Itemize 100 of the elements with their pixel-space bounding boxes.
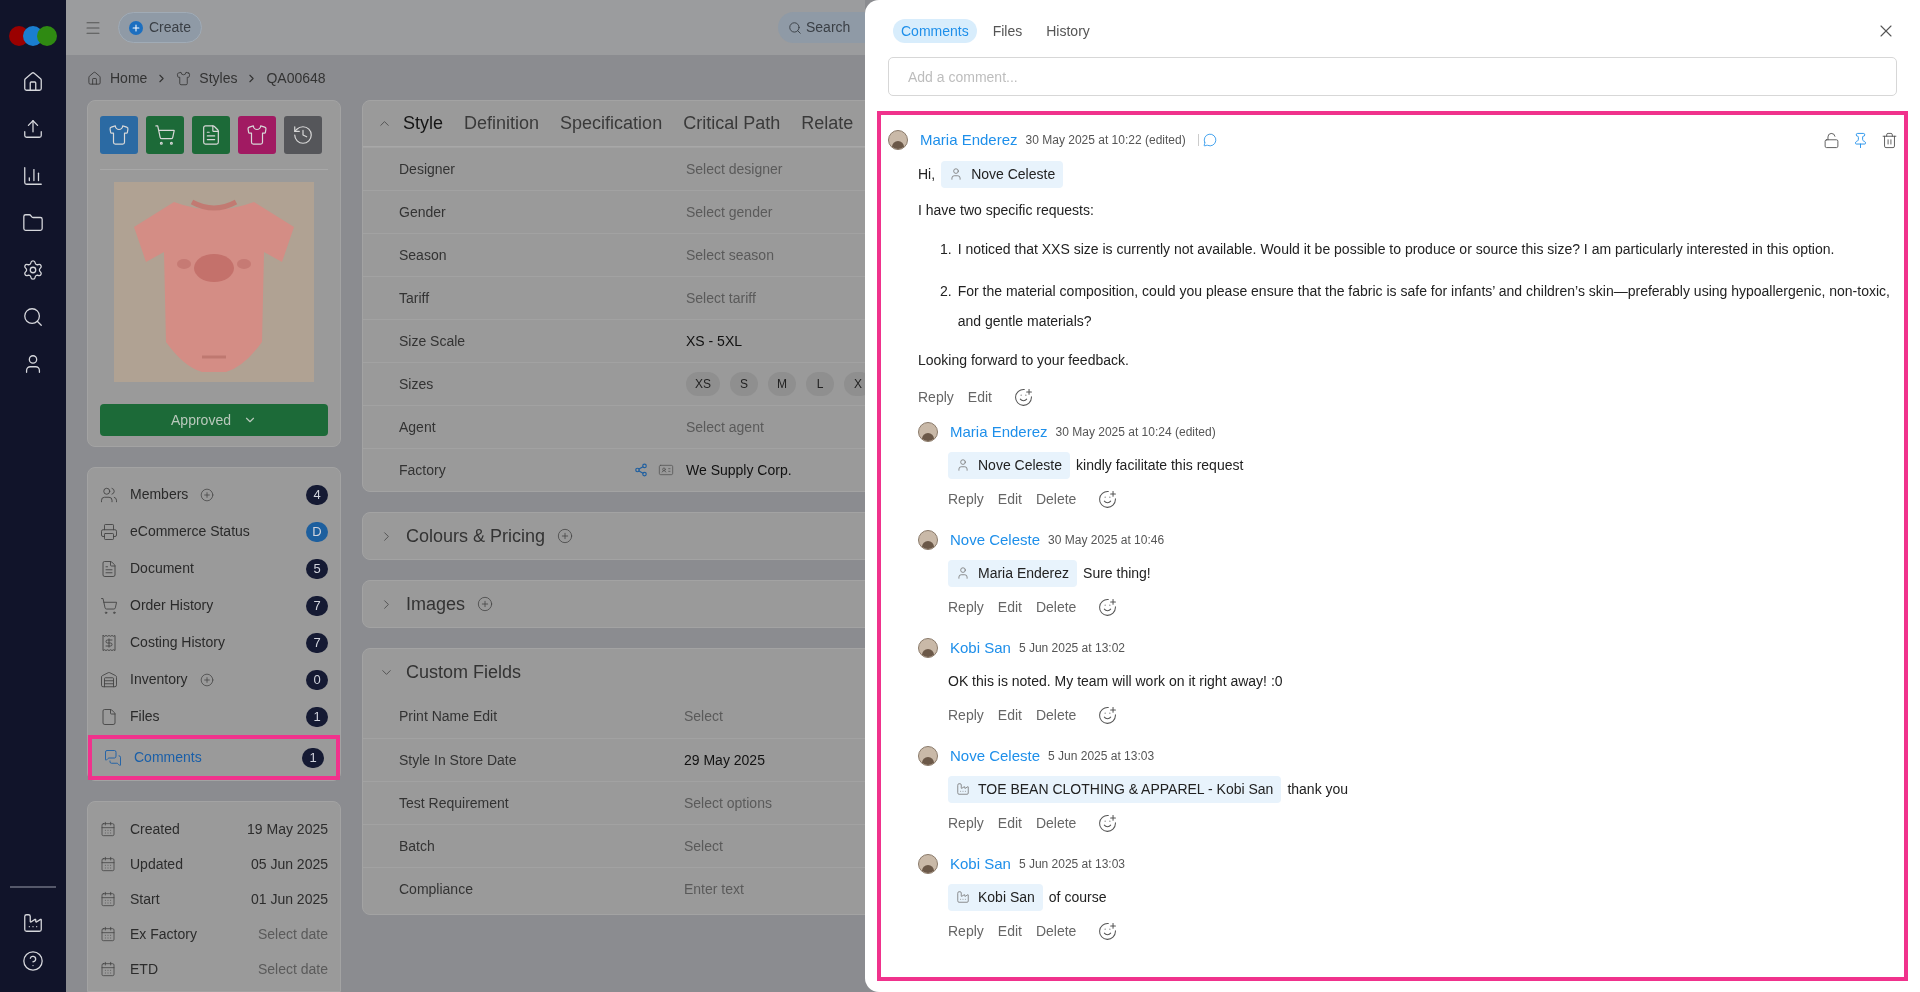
list-number: 2. — [940, 282, 952, 301]
sidebar-item[interactable]: Inventory 0 — [88, 661, 340, 698]
comment-action-link[interactable]: Edit — [997, 920, 1022, 942]
add-document-button[interactable] — [192, 116, 230, 154]
help-icon[interactable] — [22, 950, 44, 972]
size-chip: XS — [686, 372, 720, 396]
search-icon[interactable] — [22, 306, 44, 328]
field-label: Gender — [398, 202, 447, 222]
pin-icon[interactable] — [1852, 131, 1869, 149]
comment-action-link[interactable]: Edit — [997, 488, 1022, 510]
sidebar-item[interactable]: Costing History 7 — [88, 624, 340, 661]
field-value[interactable]: XS - 5XL — [686, 330, 743, 352]
breadcrumb-link[interactable]: Home — [110, 67, 148, 89]
upload-icon[interactable] — [22, 118, 44, 140]
comment-input[interactable]: Add a comment... — [888, 57, 1897, 96]
sidebar-item[interactable]: Order History 7 — [88, 587, 340, 624]
unlock-icon[interactable] — [1823, 131, 1840, 149]
shirt-remove-button[interactable] — [238, 116, 276, 154]
field-value[interactable]: We Supply Corp. — [686, 459, 792, 481]
status-button[interactable]: Approved — [100, 404, 328, 436]
section-tab[interactable]: Critical Path — [683, 110, 781, 137]
author-name[interactable]: Kobi San — [950, 636, 1011, 660]
cart-icon — [154, 124, 176, 146]
folder-icon[interactable] — [22, 212, 44, 234]
date-value: 19 May 2025 — [247, 819, 328, 839]
breadcrumb-current: QA00648 — [266, 68, 326, 88]
add-to-cart-button[interactable] — [146, 116, 184, 154]
add-icon[interactable] — [199, 672, 214, 687]
comment-action-link[interactable]: Reply — [948, 596, 984, 618]
add-reaction-icon[interactable] — [1098, 597, 1118, 617]
settings-icon[interactable] — [22, 259, 44, 281]
field-value[interactable]: 29 May 2025 — [684, 749, 765, 771]
mention-tag[interactable]: Maria Enderez — [948, 559, 1078, 587]
comment-action-link[interactable]: Delete — [1035, 704, 1077, 726]
add-reaction-icon[interactable] — [1098, 921, 1118, 941]
comment-time: 5 Jun 2025 at 13:02 — [1018, 640, 1125, 657]
drawer-tab[interactable]: History — [1038, 19, 1098, 43]
comment-action-link[interactable]: Delete — [1035, 488, 1077, 510]
shirt-icon — [108, 124, 130, 146]
sidebar-item[interactable]: Members 4 — [88, 476, 340, 513]
speech-bubble-icon[interactable] — [1202, 133, 1217, 147]
add-icon[interactable] — [200, 487, 215, 502]
logo-icon — [9, 26, 57, 46]
comment-action-link[interactable]: Edit — [997, 812, 1022, 834]
section-tab[interactable]: Specification — [560, 110, 663, 137]
search-field[interactable]: Search — [778, 12, 865, 43]
drawer-tab[interactable]: Files — [984, 19, 1031, 43]
section-tab[interactable]: Style — [403, 110, 444, 137]
author-name[interactable]: Nove Celeste — [950, 528, 1041, 552]
mention-tag[interactable]: Kobi San — [948, 883, 1043, 911]
section-title: Colours & Pricing — [406, 524, 546, 548]
comment-time: 30 May 2025 at 10:22 (edited) — [1025, 132, 1186, 149]
author-name[interactable]: Nove Celeste — [950, 744, 1041, 768]
factory-icon — [956, 890, 970, 904]
shirt-icon — [176, 70, 192, 86]
mention-tag[interactable]: TOE BEAN CLOTHING & APPAREL - Kobi San — [948, 775, 1282, 803]
history-button[interactable] — [284, 116, 322, 154]
sidebar-label: Order History — [130, 596, 214, 615]
comment-action-link[interactable]: Reply — [948, 812, 984, 834]
breadcrumb-link[interactable]: Styles — [199, 67, 238, 89]
comment-text: I have two specific requests: — [918, 201, 1095, 220]
mention-tag[interactable]: Nove Celeste — [941, 160, 1064, 188]
comment-action-link[interactable]: Reply — [948, 488, 984, 510]
section-tab[interactable]: Definition — [464, 110, 540, 137]
comment-action-link[interactable]: Edit — [997, 704, 1022, 726]
sidebar-item[interactable]: Files 1 — [88, 698, 340, 735]
comment-action-link[interactable]: Delete — [1035, 596, 1077, 618]
trash-icon[interactable] — [1881, 131, 1898, 149]
add-reaction-icon[interactable] — [1013, 387, 1033, 407]
comment-action-link[interactable]: Edit — [967, 386, 992, 408]
sidebar-item[interactable]: Document 5 — [88, 550, 340, 587]
comment-action-link[interactable]: Reply — [948, 704, 984, 726]
sidebar-item[interactable]: Comments 1 — [88, 735, 340, 780]
sidebar-item[interactable]: eCommerce Status D — [88, 513, 340, 550]
add-reaction-icon[interactable] — [1098, 813, 1118, 833]
comment-action-link[interactable]: Delete — [1035, 920, 1077, 942]
shirts-button[interactable] — [100, 116, 138, 154]
section-tab[interactable]: Relate — [801, 110, 854, 137]
bar-chart-icon[interactable] — [22, 165, 44, 187]
author-name[interactable]: Kobi San — [950, 852, 1011, 876]
add-reaction-icon[interactable] — [1098, 489, 1118, 509]
calendar-icon — [100, 891, 116, 907]
author-name[interactable]: Maria Enderez — [920, 128, 1018, 152]
comment-action-link[interactable]: Reply — [918, 386, 954, 408]
home-icon[interactable] — [22, 71, 44, 93]
comment-action-link[interactable]: Delete — [1035, 812, 1077, 834]
comment-time: 5 Jun 2025 at 13:03 — [1018, 856, 1125, 873]
add-reaction-icon[interactable] — [1098, 705, 1118, 725]
comment-action-link[interactable]: Edit — [997, 596, 1022, 618]
comment-action-link[interactable]: Reply — [948, 920, 984, 942]
factory-icon — [956, 782, 970, 796]
create-button[interactable]: Create — [118, 12, 203, 43]
add-icon[interactable] — [557, 528, 574, 544]
add-icon[interactable] — [477, 596, 494, 612]
cart-icon — [100, 596, 118, 615]
count-badge: 1 — [306, 706, 328, 727]
home-icon — [87, 70, 102, 86]
factory-icon[interactable] — [22, 912, 44, 934]
mention-tag[interactable]: Nove Celeste — [948, 451, 1071, 479]
author-name[interactable]: Maria Enderez — [950, 420, 1048, 444]
